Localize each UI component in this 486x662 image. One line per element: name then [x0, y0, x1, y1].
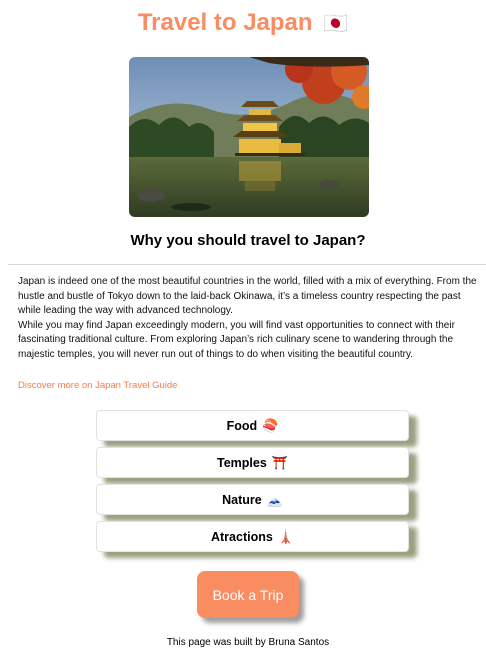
golden-pavilion-photo: [129, 57, 369, 217]
sushi-icon: 🍣: [262, 417, 279, 433]
intro-paragraph-2: While you may find Japan exceedingly mod…: [18, 319, 455, 360]
topic-button-temples[interactable]: Temples ⛩️: [96, 447, 409, 478]
intro-paragraph-1: Japan is indeed one of the most beautifu…: [18, 276, 477, 316]
page-title-text: Travel to Japan: [137, 9, 313, 36]
topic-button-attractions[interactable]: Atractions 🗼: [96, 521, 409, 552]
topic-label: Atractions: [210, 529, 273, 544]
intro-text: Japan is indeed one of the most beautifu…: [18, 275, 482, 362]
hero-image: [129, 57, 369, 217]
topic-button-nature[interactable]: Nature 🗻: [96, 484, 409, 515]
mount-fuji-icon: 🗻: [266, 491, 283, 507]
topic-label: Nature: [222, 492, 262, 507]
topic-label: Food: [226, 418, 258, 433]
section-heading: Why you should travel to Japan?: [130, 232, 366, 249]
topic-label: Temples: [217, 455, 267, 470]
footer-credit: This page was built by Bruna Santos: [166, 637, 330, 648]
tokyo-tower-icon: 🗼: [277, 528, 294, 544]
japan-flag-icon: 🇯🇵: [323, 13, 349, 35]
topic-list: Food 🍣 Temples ⛩️ Nature 🗻 Atractions 🗼: [96, 410, 416, 558]
topic-button-food[interactable]: Food 🍣: [96, 410, 409, 441]
page-title: Travel to Japan 🇯🇵: [0, 9, 486, 38]
book-trip-button[interactable]: Book a Trip: [197, 571, 299, 618]
travel-guide-link[interactable]: Discover more on Japan Travel Guide: [18, 380, 177, 392]
divider: [8, 264, 486, 265]
torii-gate-icon: ⛩️: [271, 454, 288, 470]
